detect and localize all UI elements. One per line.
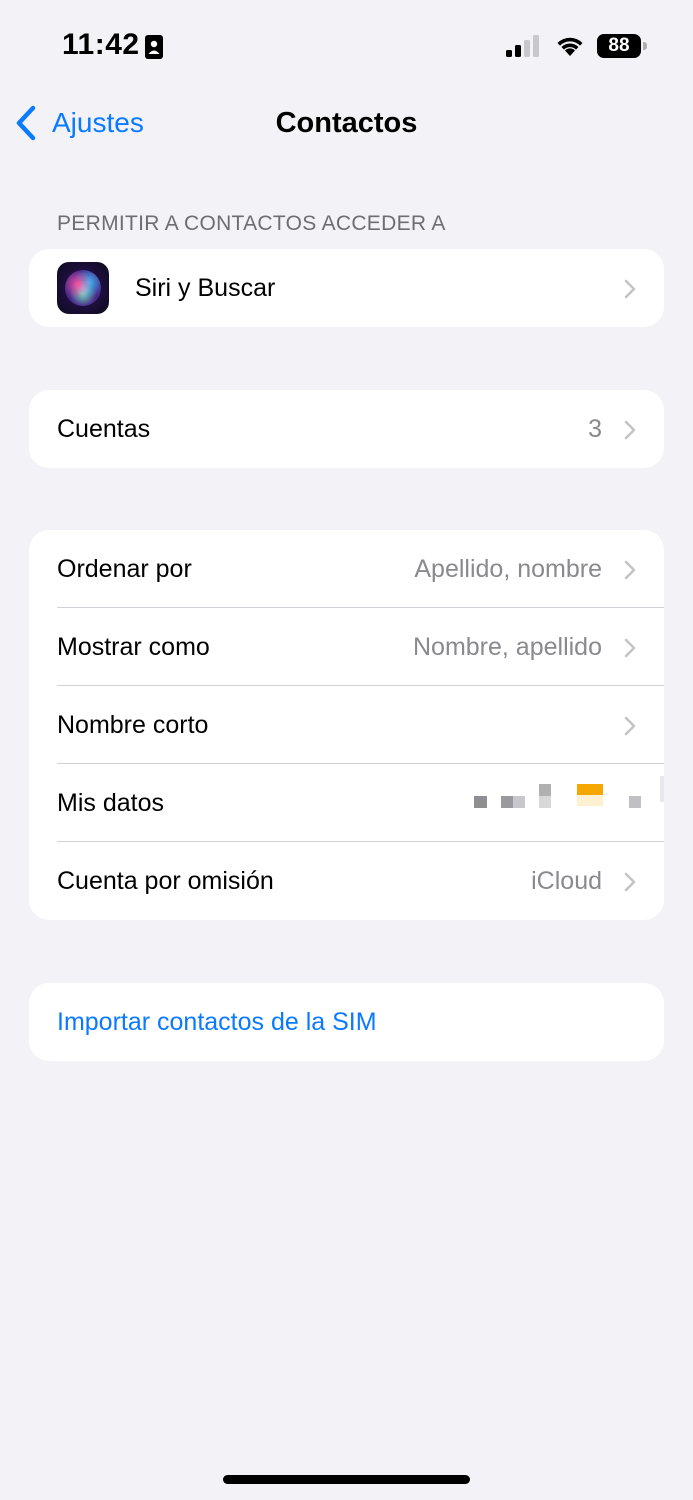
chevron-right-icon <box>624 716 636 736</box>
access-group: Siri y Buscar <box>29 249 664 327</box>
status-bar: 11:42 88 <box>0 0 693 92</box>
siri-icon <box>57 262 109 314</box>
row-siri-search[interactable]: Siri y Buscar <box>29 249 664 327</box>
chevron-right-icon <box>624 560 636 580</box>
focus-icon <box>145 35 163 59</box>
status-time: 11:42 <box>62 28 140 61</box>
sort-order-value: Apellido, nombre <box>414 555 602 583</box>
row-label: Ordenar por <box>57 554 192 583</box>
row-label: Cuentas <box>57 414 151 443</box>
chevron-right-icon <box>624 420 636 440</box>
row-label: Nombre corto <box>57 710 209 739</box>
battery-cap <box>643 42 647 50</box>
import-sim-contacts-label: Importar contactos de la SIM <box>57 1007 377 1036</box>
row-short-name[interactable]: Nombre corto <box>29 686 664 764</box>
import-group: Importar contactos de la SIM <box>29 983 664 1061</box>
row-sort-order[interactable]: Ordenar por Apellido, nombre <box>29 530 664 608</box>
chevron-right-icon <box>624 638 636 658</box>
chevron-right-icon <box>624 872 636 892</box>
display-order-value: Nombre, apellido <box>413 633 602 661</box>
redacted-value <box>464 776 664 824</box>
chevron-left-icon <box>16 105 36 141</box>
row-accounts[interactable]: Cuentas 3 <box>29 390 664 468</box>
chevron-right-icon <box>624 279 636 299</box>
battery-level: 88 <box>597 34 641 58</box>
section-header-access: PERMITIR A CONTACTOS ACCEDER A <box>57 212 446 235</box>
default-account-value: iCloud <box>531 867 602 895</box>
row-label: Mostrar como <box>57 632 210 661</box>
row-label: Mis datos <box>57 788 164 817</box>
import-sim-contacts-button[interactable]: Importar contactos de la SIM <box>29 983 664 1061</box>
row-label: Siri y Buscar <box>135 273 276 302</box>
back-button-label: Ajustes <box>52 107 144 138</box>
row-my-info[interactable]: Mis datos <box>29 764 664 842</box>
row-default-account[interactable]: Cuenta por omisión iCloud <box>29 842 664 920</box>
back-button[interactable]: Ajustes <box>14 100 144 146</box>
display-group: Ordenar por Apellido, nombre Mostrar com… <box>29 530 664 920</box>
accounts-count: 3 <box>588 415 602 443</box>
home-indicator[interactable] <box>223 1475 470 1484</box>
wifi-icon <box>557 37 583 56</box>
battery-icon: 88 <box>597 34 649 58</box>
accounts-group: Cuentas 3 <box>29 390 664 468</box>
row-display-order[interactable]: Mostrar como Nombre, apellido <box>29 608 664 686</box>
row-label: Cuenta por omisión <box>57 866 274 895</box>
signal-icon <box>506 35 539 57</box>
